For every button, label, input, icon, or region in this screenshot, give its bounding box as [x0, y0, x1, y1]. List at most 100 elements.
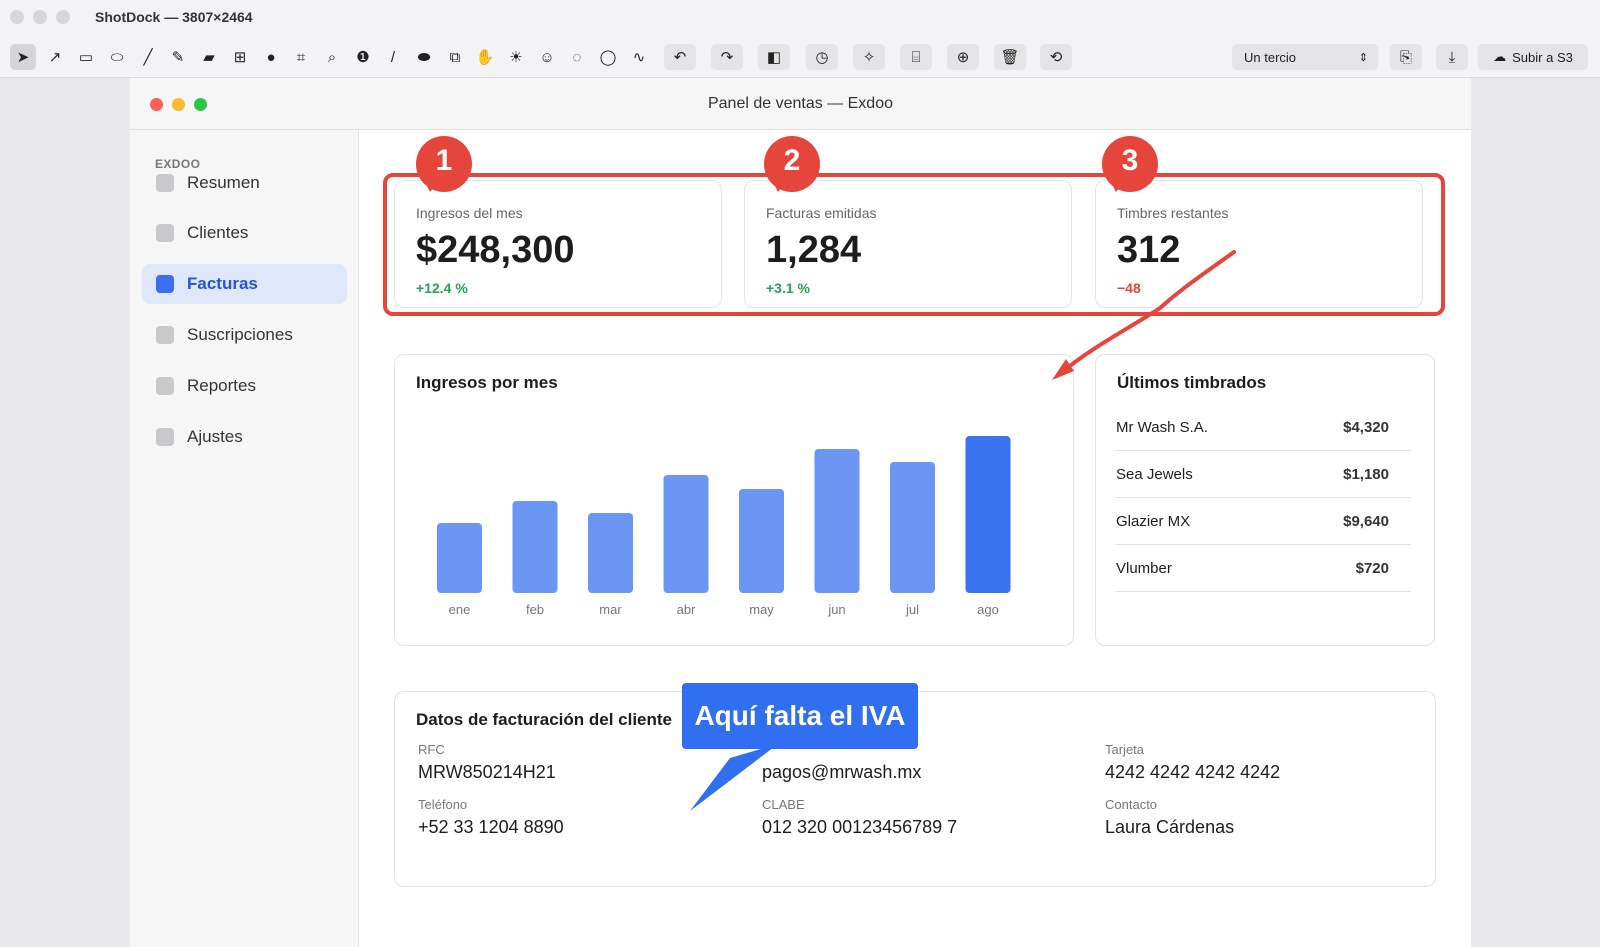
sidebar-item-suscripciones[interactable]: Suscripciones: [142, 315, 347, 355]
resumen-icon: [156, 174, 174, 192]
sidebar-item-ajustes[interactable]: Ajustes: [142, 417, 347, 457]
sidebar-item-label: Ajustes: [187, 427, 243, 446]
magnifier-icon[interactable]: ⌕: [319, 44, 345, 70]
kpi-value: 312: [1117, 229, 1181, 271]
kpi-value: $248,300: [416, 229, 575, 271]
undo-icon[interactable]: ↶: [664, 44, 696, 70]
copy-layer-icon[interactable]: ⧉: [442, 44, 468, 70]
clabe-value: 012 320 00123456789 7: [762, 817, 958, 837]
bar-chart: ene feb mar abr may jun jul ago: [437, 436, 1011, 617]
ajustes-icon: [156, 428, 174, 446]
kpi-card-timbres: Timbres restantes 312 −48: [1095, 180, 1423, 308]
rotate-icon[interactable]: ⟲: [1040, 44, 1072, 70]
ellipse-icon[interactable]: ⬭: [104, 44, 130, 70]
zoom-window-button[interactable]: [56, 10, 70, 24]
pen-icon[interactable]: ✎: [165, 44, 191, 70]
list-item-name: Vlumber: [1116, 560, 1172, 577]
download-icon[interactable]: ⤓: [1436, 44, 1468, 70]
zoom-select[interactable]: Un tercio ⇕: [1232, 44, 1378, 70]
bar-may: [739, 489, 784, 593]
cloud-upload-icon: ☁: [1493, 49, 1507, 64]
x-tick-label: feb: [526, 602, 544, 617]
signature-icon[interactable]: ∿: [626, 44, 652, 70]
app-title: ShotDock — 3807×2464: [95, 9, 253, 25]
kpi-delta: +3.1 %: [766, 280, 810, 296]
circle-select-icon[interactable]: ◌: [564, 44, 590, 70]
billing-title: Datos de facturación del cliente: [416, 710, 673, 729]
chevron-updown-icon: ⇕: [1358, 51, 1368, 64]
clipboard-icon[interactable]: ⎘: [1390, 44, 1422, 70]
magic-wand-icon[interactable]: ✧: [853, 44, 885, 70]
hand-icon[interactable]: ✋: [472, 44, 498, 70]
phone-value: +52 33 1204 8890: [418, 817, 564, 837]
list-item[interactable]: Mr Wash S.A. $4,320: [1116, 405, 1411, 451]
kpi-delta: +12.4 %: [416, 280, 468, 296]
list-item-amount: $9,640: [1343, 513, 1389, 530]
speech-bubble-icon[interactable]: ▰: [196, 44, 222, 70]
timer-icon[interactable]: ◷: [806, 44, 838, 70]
rfc-value: MRW850214H21: [418, 762, 556, 782]
inner-window-titlebar: Panel de ventas — Exdoo: [130, 78, 1471, 130]
emoji-icon[interactable]: ☺: [534, 44, 560, 70]
sidebar-item-label: Reportes: [187, 376, 256, 395]
rectangle-icon[interactable]: ▭: [73, 44, 99, 70]
phone-label: Teléfono: [418, 797, 468, 812]
clabe-label: CLABE: [762, 797, 805, 812]
list-item-name: Sea Jewels: [1116, 466, 1193, 483]
minimize-window-button[interactable]: [33, 10, 47, 24]
recent-card: Últimos timbrados Mr Wash S.A. $4,320 Se…: [1095, 354, 1435, 646]
screenshot-canvas[interactable]: Panel de ventas — Exdoo EXDOO Resumen Cl…: [130, 78, 1471, 947]
x-tick-label: ene: [449, 602, 471, 617]
duplicate-icon[interactable]: ⊕: [947, 44, 979, 70]
kpi-label: Facturas emitidas: [766, 205, 877, 221]
email-value: pagos@mrwash.mx: [762, 762, 922, 782]
close-window-button[interactable]: [10, 10, 24, 24]
line-tool-icon[interactable]: /: [380, 44, 406, 70]
sidebar-item-resumen[interactable]: Resumen: [142, 163, 347, 203]
sidebar-item-label: Facturas: [187, 274, 258, 293]
annotation-toolbar: ➤ ↗ ▭ ⬭ ╱ ✎ ▰ ⊞ ● ⌗ ⌕ ❶ / ⬬ ⧉ ✋ ☀ ☺ ◌ ◯ …: [0, 34, 1600, 78]
sidebar-item-label: Suscripciones: [187, 325, 293, 344]
sidebar-item-clientes[interactable]: Clientes: [142, 213, 347, 253]
kpi-delta: −48: [1117, 280, 1141, 296]
bar-mar: [588, 513, 633, 593]
line-icon[interactable]: ╱: [135, 44, 161, 70]
bar-feb: [512, 501, 558, 593]
kpi-value: 1,284: [766, 229, 862, 271]
contact-value: Laura Cárdenas: [1105, 817, 1235, 837]
bar-jul: [890, 462, 935, 593]
list-item-amount: $4,320: [1343, 419, 1389, 436]
grid-icon[interactable]: ⊞: [227, 44, 253, 70]
list-item[interactable]: Glazier MX $9,640: [1116, 499, 1411, 545]
sidebar-item-label: Clientes: [187, 223, 249, 242]
ocr-icon[interactable]: ⌸: [900, 44, 932, 70]
blur-drop-icon[interactable]: ●: [258, 44, 284, 70]
app-titlebar: ShotDock — 3807×2464: [0, 0, 1600, 34]
chart-card: Ingresos por mes ene feb mar abr may jun jul ag…: [394, 354, 1074, 646]
brightness-icon[interactable]: ☀: [503, 44, 529, 70]
counter-icon[interactable]: ❶: [350, 44, 376, 70]
trash-icon[interactable]: 🗑: [994, 44, 1026, 70]
list-item[interactable]: Sea Jewels $1,180: [1116, 452, 1411, 498]
kpi-label: Ingresos del mes: [416, 205, 523, 221]
recent-title: Últimos timbrados: [1117, 373, 1267, 392]
bar-ene: [437, 523, 482, 593]
crop-icon[interactable]: ⌗: [288, 44, 314, 70]
sidebar-item-reportes[interactable]: Reportes: [142, 366, 347, 406]
arrow-icon[interactable]: ↗: [42, 44, 68, 70]
list-item-amount: $720: [1355, 560, 1389, 577]
pointer-icon[interactable]: ➤: [10, 44, 36, 70]
window-controls: [10, 10, 70, 24]
kpi-card-ingresos: Ingresos del mes $248,300 +12.4 %: [394, 180, 722, 308]
lasso-icon[interactable]: ◯: [595, 44, 621, 70]
upload-s3-button[interactable]: ☁ Subir a S3: [1478, 44, 1588, 70]
x-tick-label: may: [749, 602, 774, 617]
list-item[interactable]: Vlumber $720: [1116, 546, 1411, 592]
kpi-label: Timbres restantes: [1117, 205, 1229, 221]
contact-label: Contacto: [1105, 797, 1158, 812]
redo-icon[interactable]: ↷: [711, 44, 743, 70]
sidebar-item-facturas[interactable]: Facturas: [142, 264, 347, 304]
bandage-icon[interactable]: ⬬: [411, 44, 437, 70]
frame-icon[interactable]: ◧: [758, 44, 790, 70]
bar-jun: [814, 449, 860, 593]
